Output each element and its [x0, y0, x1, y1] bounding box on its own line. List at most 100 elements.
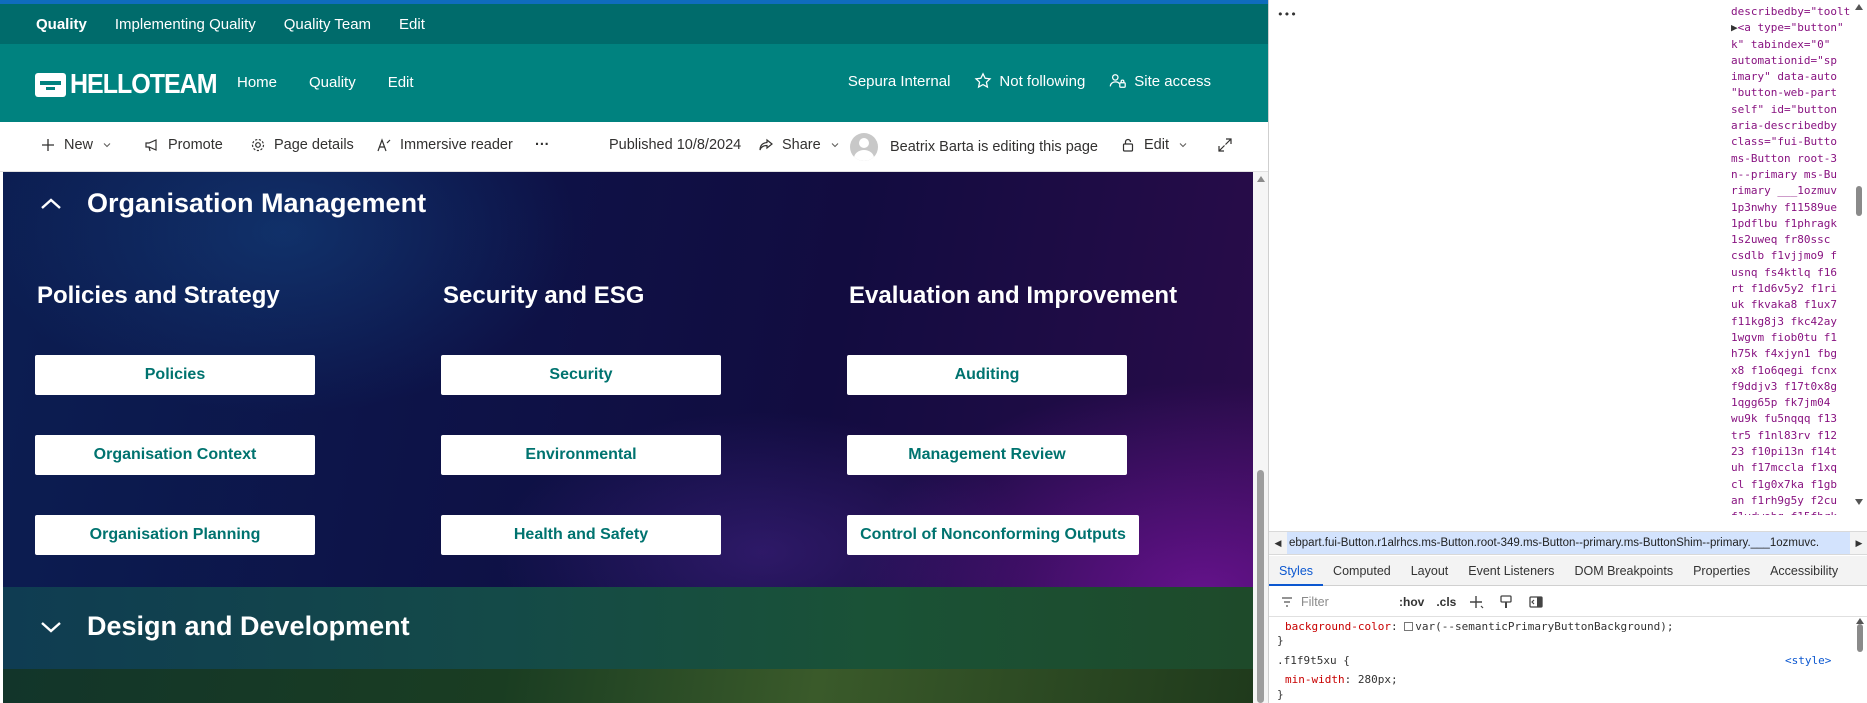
source-line[interactable]: uk fkvaka8 f1ux7 — [1731, 297, 1851, 313]
cls-toggle[interactable]: .cls — [1436, 595, 1456, 609]
site-logo[interactable]: HELLOTEAM — [35, 69, 218, 99]
source-line[interactable]: aria-describedby — [1731, 118, 1851, 134]
styles-vertical-scrollbar[interactable] — [1854, 618, 1866, 703]
source-line[interactable]: f9ddjv3 f17t0x8g — [1731, 379, 1851, 395]
hub-nav-item-quality-team[interactable]: Quality Team — [284, 16, 371, 33]
security-button[interactable]: Security — [441, 355, 721, 395]
tab-dom-breakpoints[interactable]: DOM Breakpoints — [1564, 556, 1683, 586]
breadcrumb-right-arrow-icon[interactable]: ▶ — [1850, 538, 1867, 549]
organisation-context-button[interactable]: Organisation Context — [35, 435, 315, 475]
source-line[interactable]: h75k f4xjyn1 fbg — [1731, 346, 1851, 362]
source-line[interactable]: x8 f1o6qegi fcnx — [1731, 363, 1851, 379]
css-selector[interactable]: .f1f9t5xu { — [1277, 653, 1350, 669]
breadcrumb-left-arrow-icon[interactable]: ◀ — [1269, 538, 1287, 549]
editing-status[interactable]: Beatrix Barta is editing this page — [850, 133, 1098, 161]
source-line[interactable]: "button-web-part — [1731, 85, 1851, 101]
source-line[interactable]: 23 f10pi13n f14t — [1731, 444, 1851, 460]
source-line[interactable]: class="fui-Butto — [1731, 134, 1851, 150]
environmental-button[interactable]: Environmental — [441, 435, 721, 475]
source-line[interactable]: n--primary ms-Bu — [1731, 167, 1851, 183]
site-access-button[interactable]: Site access — [1109, 72, 1211, 90]
promote-button[interactable]: Promote — [144, 137, 223, 153]
scroll-up-arrow-icon[interactable] — [1855, 4, 1863, 10]
page-details-button[interactable]: Page details — [250, 137, 354, 153]
site-header-actions: Sepura Internal Not following Site acces… — [824, 72, 1211, 90]
section-header[interactable]: Design and Development — [39, 611, 410, 642]
source-line[interactable]: cl f1g0x7ka f1gb — [1731, 477, 1851, 493]
devtools-panel: ••• describedby="toolt ▶<a type="button" k… — [1268, 0, 1867, 703]
hub-nav-edit[interactable]: Edit — [399, 16, 425, 33]
elements-vertical-scrollbar[interactable] — [1854, 4, 1864, 509]
source-line[interactable]: 1s2uweq fr80ssc — [1731, 232, 1851, 248]
policies-button[interactable]: Policies — [35, 355, 315, 395]
source-code[interactable]: describedby="toolt ▶<a type="button" k" ta… — [1731, 4, 1851, 515]
source-line[interactable]: uh f17mccla f1xq — [1731, 460, 1851, 476]
source-line[interactable]: f1vdwobg f15fhrk — [1731, 509, 1851, 515]
paint-brush-icon[interactable] — [1498, 594, 1514, 610]
published-status[interactable]: Published 10/8/2024 — [609, 137, 741, 153]
style-declaration[interactable]: min-width: 280px; — [1285, 672, 1398, 688]
expand-dots-icon[interactable]: ••• — [1277, 8, 1297, 21]
edit-button[interactable]: Edit — [1120, 137, 1187, 153]
auditing-button[interactable]: Auditing — [847, 355, 1127, 395]
source-line[interactable]: rimary ___1ozmuv — [1731, 183, 1851, 199]
control-of-nonconforming-outputs-button[interactable]: Control of Nonconforming Outputs — [847, 515, 1139, 555]
style-source-link[interactable]: <style> — [1785, 653, 1831, 669]
scrollbar-thumb[interactable] — [1857, 624, 1863, 652]
color-swatch-icon[interactable] — [1404, 622, 1414, 631]
site-nav-home[interactable]: Home — [237, 74, 277, 91]
tab-properties[interactable]: Properties — [1683, 556, 1760, 586]
scroll-up-arrow-icon[interactable] — [1257, 176, 1265, 182]
hub-title[interactable]: Quality — [36, 16, 87, 33]
source-line[interactable]: 1qgg65p fk7jm04 — [1731, 395, 1851, 411]
style-declaration[interactable]: background-color: var(--semanticPrimaryB… — [1285, 619, 1674, 635]
sensitivity-label[interactable]: Sepura Internal — [848, 73, 951, 90]
source-line[interactable]: ms-Button root-3 — [1731, 151, 1851, 167]
more-commands-button[interactable]: ··· — [535, 137, 550, 153]
expand-triangle-icon[interactable]: ▶ — [1731, 21, 1738, 34]
share-icon — [759, 138, 773, 151]
source-line[interactable]: 1wgvm fiob0tu f1 — [1731, 330, 1851, 346]
source-line[interactable]: csdlb f1vjjmo9 f — [1731, 248, 1851, 264]
share-button[interactable]: Share — [758, 137, 839, 153]
tab-event-listeners[interactable]: Event Listeners — [1458, 556, 1564, 586]
source-line[interactable]: wu9k fu5nqqq f13 — [1731, 411, 1851, 427]
scrollbar-thumb[interactable] — [1856, 186, 1862, 216]
management-review-button[interactable]: Management Review — [847, 435, 1127, 475]
expand-button[interactable] — [1217, 137, 1241, 153]
immersive-reader-button[interactable]: Immersive reader — [376, 137, 513, 153]
tab-styles[interactable]: Styles — [1269, 556, 1324, 586]
toggle-sidebar-icon[interactable] — [1528, 594, 1544, 610]
source-line[interactable]: imary" data-auto — [1731, 69, 1851, 85]
hov-toggle[interactable]: :hov — [1399, 595, 1424, 609]
health-and-safety-button[interactable]: Health and Safety — [441, 515, 721, 555]
hub-nav-item-implementing-quality[interactable]: Implementing Quality — [115, 16, 256, 33]
scroll-down-arrow-icon[interactable] — [1855, 499, 1863, 505]
source-line[interactable]: usnq fs4ktlq f16 — [1731, 265, 1851, 281]
organisation-planning-button[interactable]: Organisation Planning — [35, 515, 315, 555]
follow-button[interactable]: Not following — [974, 72, 1085, 90]
source-line[interactable]: an f1rh9g5y f2cu — [1731, 493, 1851, 509]
page-scrollbar-thumb[interactable] — [1257, 470, 1264, 703]
new-button[interactable]: New — [40, 137, 111, 153]
source-line[interactable]: k" tabindex="0" — [1731, 37, 1851, 53]
selected-node-line[interactable]: ▶<a type="button" — [1731, 20, 1851, 36]
source-line[interactable]: 1pdflbu f1phragk — [1731, 216, 1851, 232]
source-line[interactable]: self" id="button — [1731, 102, 1851, 118]
site-nav-quality[interactable]: Quality — [309, 74, 356, 91]
tab-accessibility[interactable]: Accessibility — [1760, 556, 1848, 586]
source-line[interactable]: rt f1d6v5y2 f1ri — [1731, 281, 1851, 297]
source-line[interactable]: tr5 f1nl83rv f12 — [1731, 428, 1851, 444]
site-nav-edit[interactable]: Edit — [388, 74, 414, 91]
chevron-down-icon — [1179, 143, 1187, 148]
new-style-rule-icon[interactable] — [1468, 594, 1484, 610]
breadcrumb-selected-node[interactable]: ebpart.fui-Button.r1alrhcs.ms-Button.roo… — [1287, 532, 1850, 554]
source-line[interactable]: f11kg8j3 fkc42ay — [1731, 314, 1851, 330]
styles-filter-input[interactable]: Filter — [1269, 595, 1399, 609]
source-line[interactable]: describedby="toolt — [1731, 4, 1851, 20]
tab-computed[interactable]: Computed — [1323, 556, 1401, 586]
source-line[interactable]: 1p3nwhy f11589ue — [1731, 200, 1851, 216]
section-header[interactable]: Organisation Management — [39, 188, 426, 219]
source-line[interactable]: automationid="sp — [1731, 53, 1851, 69]
tab-layout[interactable]: Layout — [1401, 556, 1459, 586]
